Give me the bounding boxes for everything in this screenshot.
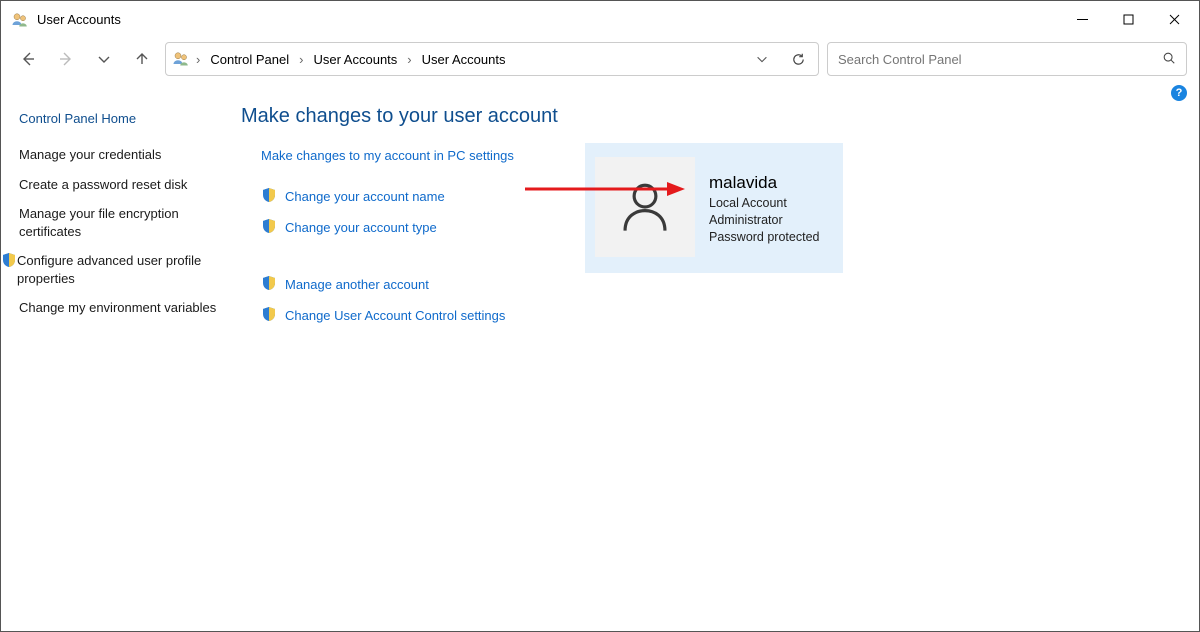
- shield-icon: [261, 306, 277, 325]
- maximize-button[interactable]: [1105, 3, 1151, 35]
- sidebar-item-label: Manage your file encryption certificates: [19, 205, 217, 240]
- account-protection: Password protected: [709, 229, 819, 246]
- chevron-right-icon[interactable]: ›: [407, 52, 411, 67]
- task-link-label: Change User Account Control settings: [285, 308, 505, 323]
- sidebar-item-label: Manage your credentials: [19, 146, 161, 164]
- task-uac[interactable]: Change User Account Control settings: [241, 302, 1179, 333]
- close-button[interactable]: [1151, 3, 1197, 35]
- toolbar: › Control Panel › User Accounts › User A…: [1, 37, 1199, 81]
- person-icon: [616, 178, 674, 236]
- recent-locations-button[interactable]: [89, 44, 119, 74]
- user-accounts-icon: [11, 10, 29, 28]
- chevron-right-icon[interactable]: ›: [196, 52, 200, 67]
- help-icon[interactable]: ?: [1171, 85, 1187, 101]
- window-title: User Accounts: [37, 12, 121, 27]
- shield-icon: [261, 187, 277, 206]
- search-icon[interactable]: [1162, 51, 1176, 68]
- shield-icon: [1, 252, 17, 268]
- up-button[interactable]: [127, 44, 157, 74]
- task-link-label: Change your account name: [285, 189, 445, 204]
- sidebar-item-label: Create a password reset disk: [19, 176, 187, 194]
- task-link-label: Make changes to my account in PC setting…: [261, 148, 514, 163]
- titlebar: User Accounts: [1, 1, 1199, 37]
- sidebar-item-label: Configure advanced user profile properti…: [17, 252, 217, 287]
- account-role: Administrator: [709, 212, 819, 229]
- main: Control Panel Home Manage your credentia…: [1, 101, 1199, 333]
- sidebar-item-credentials[interactable]: Manage your credentials: [19, 140, 217, 170]
- address-icon: [172, 49, 190, 70]
- content: Make changes to your user account Make c…: [225, 101, 1189, 333]
- account-name: malavida: [709, 173, 819, 193]
- shield-icon: [261, 218, 277, 237]
- shield-icon: [261, 275, 277, 294]
- back-button[interactable]: [13, 44, 43, 74]
- breadcrumb-root[interactable]: Control Panel: [206, 50, 293, 69]
- help-row: ?: [1, 81, 1199, 101]
- window-controls: [1059, 3, 1197, 35]
- sidebar-item-encryption[interactable]: Manage your file encryption certificates: [19, 199, 217, 246]
- page-title: Make changes to your user account: [241, 101, 1179, 144]
- breadcrumb-level1[interactable]: User Accounts: [309, 50, 401, 69]
- account-card: malavida Local Account Administrator Pas…: [585, 143, 843, 273]
- chevron-right-icon[interactable]: ›: [299, 52, 303, 67]
- search-box[interactable]: [827, 42, 1187, 76]
- breadcrumb-level2[interactable]: User Accounts: [418, 50, 510, 69]
- address-dropdown-button[interactable]: [748, 45, 776, 73]
- refresh-button[interactable]: [784, 45, 812, 73]
- sidebar-header[interactable]: Control Panel Home: [19, 107, 217, 140]
- forward-button[interactable]: [51, 44, 81, 74]
- sidebar-item-env-vars[interactable]: Change my environment variables: [19, 293, 217, 323]
- account-text: malavida Local Account Administrator Pas…: [709, 173, 819, 246]
- sidebar-item-advanced-profile[interactable]: Configure advanced user profile properti…: [19, 246, 217, 293]
- task-link-label: Change your account type: [285, 220, 437, 235]
- search-input[interactable]: [838, 52, 1162, 67]
- task-link-label: Manage another account: [285, 277, 429, 292]
- sidebar-item-label: Change my environment variables: [19, 299, 216, 317]
- avatar: [595, 157, 695, 257]
- sidebar: Control Panel Home Manage your credentia…: [19, 101, 225, 333]
- sidebar-item-reset-disk[interactable]: Create a password reset disk: [19, 170, 217, 200]
- address-bar[interactable]: › Control Panel › User Accounts › User A…: [165, 42, 819, 76]
- account-type: Local Account: [709, 195, 819, 212]
- minimize-button[interactable]: [1059, 3, 1105, 35]
- task-manage-another[interactable]: Manage another account: [241, 271, 1179, 302]
